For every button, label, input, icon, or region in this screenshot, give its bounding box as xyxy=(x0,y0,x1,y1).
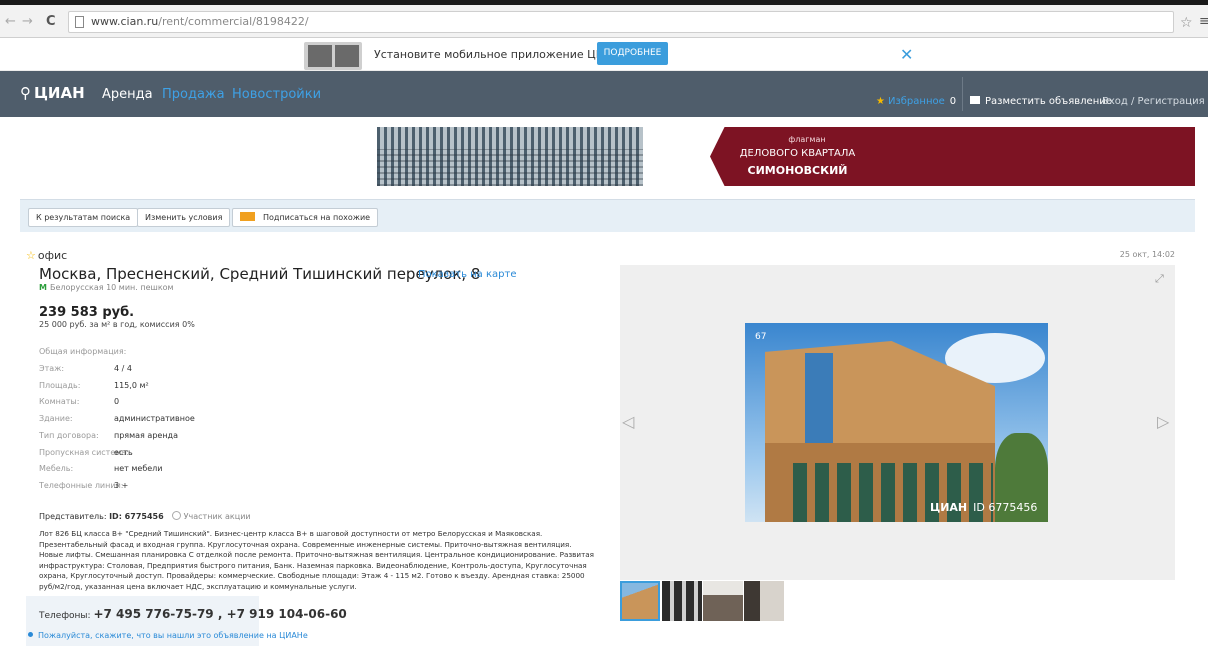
subscribe-button[interactable]: Подписаться на похожие xyxy=(232,208,379,227)
next-arrow-icon[interactable]: ▷ xyxy=(1157,412,1169,431)
page-icon xyxy=(75,16,84,28)
banner-line-3: СИМОНОВСКИЙ xyxy=(747,164,848,177)
favorites-count: 0 xyxy=(949,96,957,107)
listing-date: 25 окт, 14:02 xyxy=(1119,250,1175,259)
post-ad-icon xyxy=(970,96,980,104)
promo-participant-badge: Участник акции xyxy=(171,511,251,521)
metro-icon: М xyxy=(39,283,47,292)
reload-icon[interactable]: C xyxy=(46,14,56,29)
thumbnail[interactable] xyxy=(620,581,660,621)
nav-new-buildings[interactable]: Новостройки xyxy=(232,87,321,102)
listing-toolbar: К результатам поиска Изменить условия По… xyxy=(20,199,1195,232)
address-bar[interactable]: www.cian.ru/rent/commercial/8198422/ xyxy=(68,11,1174,33)
envelope-icon xyxy=(240,212,255,221)
listing-price: 239 583 руб. xyxy=(39,305,135,320)
header-divider xyxy=(962,77,963,111)
nav-sale[interactable]: Продажа xyxy=(162,87,225,102)
listing-address: Москва, Пресненский, Средний Тишинский п… xyxy=(39,265,481,283)
logo-pin-icon: ⚲ xyxy=(20,84,31,102)
app-promo-bar: Установите мобильное приложение ЦИАН ПОД… xyxy=(0,38,1208,71)
agent-id[interactable]: ID: 6775456 xyxy=(109,512,164,521)
favorite-star-icon[interactable]: ☆ xyxy=(26,249,36,262)
fullscreen-icon[interactable]: ⤢ xyxy=(1155,272,1164,286)
prev-arrow-icon[interactable]: ◁ xyxy=(622,412,634,431)
banner-line-2: ДЕЛОВОГО КВАРТАЛА xyxy=(739,148,856,159)
info-dot-icon xyxy=(28,632,33,637)
metro-info: М Белорусская 10 мин. пешком xyxy=(39,283,174,292)
ad-banner[interactable]: флагман ДЕЛОВОГО КВАРТАЛА СИМОНОВСКИЙ xyxy=(20,127,1195,186)
menu-icon[interactable]: ≡ xyxy=(1199,14,1208,29)
listing-type: ☆ офис xyxy=(26,249,68,262)
thumbnail[interactable] xyxy=(662,581,702,621)
photo-number: 67 xyxy=(755,332,767,342)
nav-rent[interactable]: Аренда xyxy=(102,87,153,102)
post-ad-link[interactable]: Разместить объявление xyxy=(970,96,1112,107)
forward-arrow-icon[interactable]: → xyxy=(22,14,33,29)
badge-icon xyxy=(171,511,181,520)
promo-text: Установите мобильное приложение ЦИАН xyxy=(374,48,620,61)
url-text: www.cian.ru/rent/commercial/8198422/ xyxy=(91,15,309,28)
phones-image xyxy=(304,42,362,70)
favorites-link[interactable]: ★ Избранное 0 xyxy=(876,96,956,107)
agent-info: Представитель: ID: 6775456 Участник акции xyxy=(39,511,251,521)
price-details: 25 000 руб. за м² в год, комиссия 0% xyxy=(39,320,195,329)
listing-description: Лот 826 БЦ класса В+ "Средний Тишинский"… xyxy=(39,529,594,591)
photo-watermark: ЦИАН ID 6775456 xyxy=(930,501,1038,514)
thumbnail[interactable] xyxy=(744,581,784,621)
star-icon: ★ xyxy=(876,96,885,107)
change-conditions-button[interactable]: Изменить условия xyxy=(137,208,231,227)
site-logo[interactable]: ⚲ ЦИАН xyxy=(20,84,85,102)
main-photo[interactable]: 67 ЦИАН ID 6775456 xyxy=(745,323,1048,522)
phone-numbers[interactable]: Телефоны: +7 495 776-75-79 , +7 919 104-… xyxy=(39,607,347,621)
banner-line-1: флагман xyxy=(788,135,826,144)
promo-more-button[interactable]: ПОДРОБНЕЕ xyxy=(597,42,668,65)
show-on-map-link[interactable]: Показать на карте xyxy=(418,269,517,280)
browser-toolbar: ← → C www.cian.ru/rent/commercial/819842… xyxy=(0,5,1208,38)
banner-building-shade xyxy=(377,149,643,186)
star-icon[interactable]: ☆ xyxy=(1180,15,1193,31)
thumbnail[interactable] xyxy=(703,581,743,621)
close-icon[interactable]: ✕ xyxy=(900,45,913,64)
login-link[interactable]: Вход / Регистрация xyxy=(1102,96,1205,107)
back-arrow-icon[interactable]: ← xyxy=(5,14,16,29)
back-to-results-button[interactable]: К результатам поиска xyxy=(28,208,139,227)
ask-source-note: Пожалуйста, скажите, что вы нашли это об… xyxy=(28,631,308,640)
site-header: ⚲ ЦИАН Аренда Продажа Новостройки ★ Избран… xyxy=(0,71,1208,117)
